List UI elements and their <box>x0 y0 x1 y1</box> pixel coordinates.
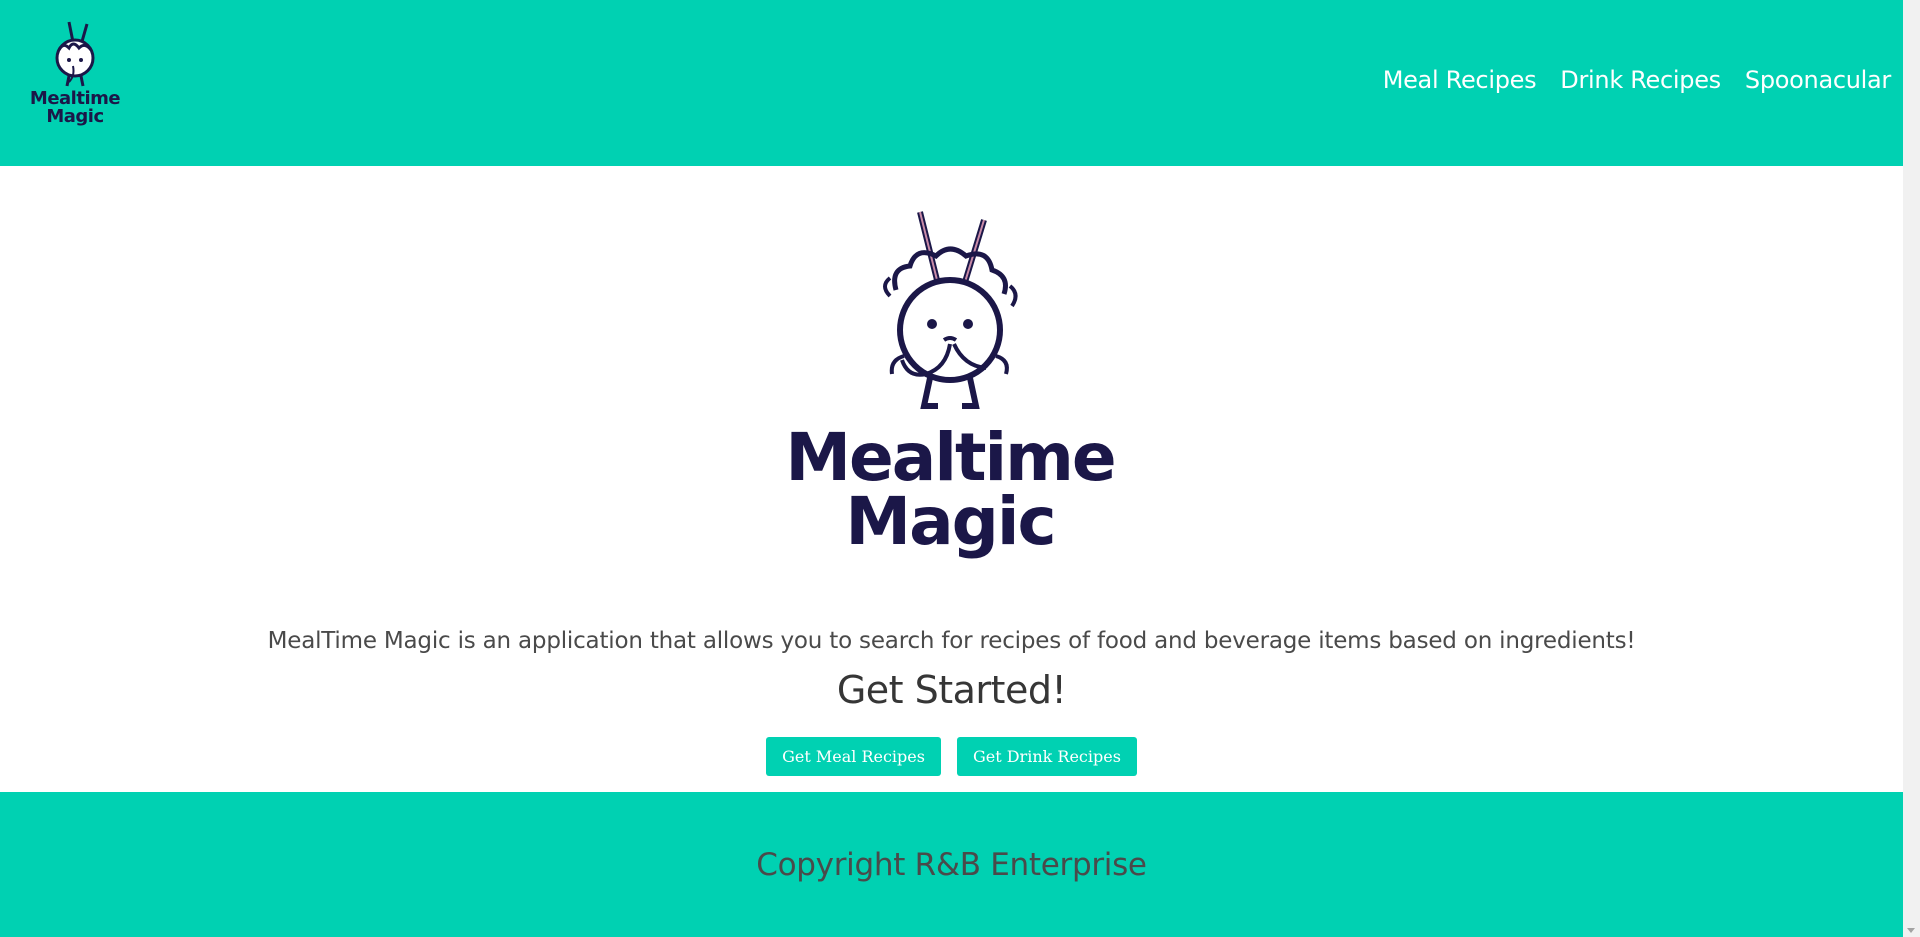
get-meal-recipes-button[interactable]: Get Meal Recipes <box>766 737 941 776</box>
hero-logo: Mealtime Magic <box>770 206 1130 566</box>
site-header: Mealtime Magic Meal Recipes Drink Recipe… <box>0 0 1903 166</box>
hero-logo-text-line2: Magic <box>845 483 1056 560</box>
vertical-scrollbar[interactable] <box>1903 0 1920 937</box>
footer-copyright: Copyright R&B Enterprise <box>756 847 1147 883</box>
get-started-heading: Get Started! <box>836 668 1067 712</box>
noodle-bowl-mascot-icon <box>55 21 95 87</box>
page-content: Mealtime Magic Meal Recipes Drink Recipe… <box>0 0 1903 937</box>
nav-link-drink-recipes[interactable]: Drink Recipes <box>1560 66 1721 94</box>
scroll-down-arrow-icon[interactable] <box>1907 928 1915 933</box>
noodle-bowl-mascot-icon <box>883 211 1018 409</box>
site-footer: Copyright R&B Enterprise <box>0 792 1903 937</box>
nav-link-meal-recipes[interactable]: Meal Recipes <box>1383 66 1537 94</box>
page: Mealtime Magic Meal Recipes Drink Recipe… <box>0 0 1920 937</box>
header-logo-text-line2: Magic <box>46 106 104 127</box>
scrollbar-thumb[interactable] <box>1905 17 1918 915</box>
get-drink-recipes-button[interactable]: Get Drink Recipes <box>956 737 1137 776</box>
hero-logo-text-line1: Mealtime <box>785 419 1116 496</box>
hero-description: MealTime Magic is an application that al… <box>267 628 1636 654</box>
cta-buttons: Get Meal Recipes Get Drink Recipes <box>0 737 1903 776</box>
main-nav: Meal Recipes Drink Recipes Spoonacular <box>1383 66 1892 94</box>
nav-link-spoonacular[interactable]: Spoonacular <box>1745 66 1891 94</box>
hero-section: Mealtime Magic MealTime Magic is an appl… <box>0 166 1903 792</box>
header-logo-link[interactable]: Mealtime Magic <box>20 18 130 136</box>
